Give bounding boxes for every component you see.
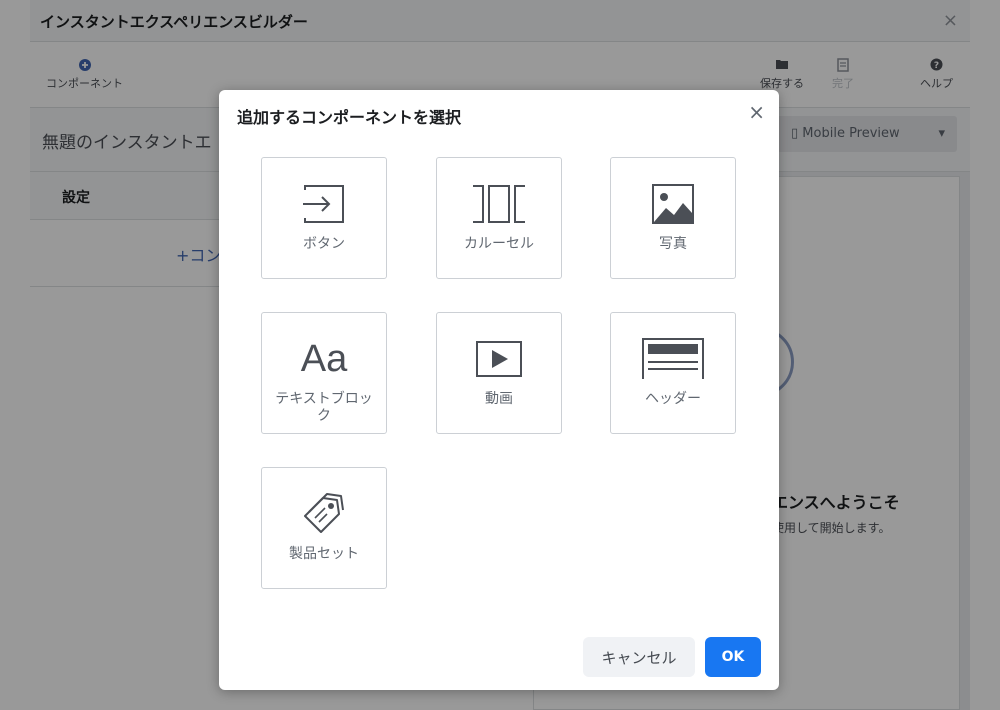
header-icon xyxy=(611,337,735,381)
component-label: ヘッダー xyxy=(645,391,701,407)
component-tile-button[interactable]: ボタン xyxy=(261,157,387,279)
photo-icon xyxy=(611,182,735,226)
component-label: カルーセル xyxy=(464,236,534,252)
dialog-close-icon[interactable]: × xyxy=(748,100,765,124)
component-tile-text-block[interactable]: Aa テキストブロック xyxy=(261,312,387,434)
component-label: テキストブロック xyxy=(275,391,373,424)
product-set-icon xyxy=(262,492,386,536)
button-icon xyxy=(262,182,386,226)
cancel-button[interactable]: キャンセル xyxy=(583,637,695,677)
component-tile-carousel[interactable]: カルーセル xyxy=(436,157,562,279)
component-tile-header[interactable]: ヘッダー xyxy=(610,312,736,434)
carousel-icon xyxy=(437,182,561,226)
dialog-title: 追加するコンポーネントを選択 xyxy=(237,108,462,127)
component-tile-photo[interactable]: 写真 xyxy=(610,157,736,279)
component-label: 写真 xyxy=(659,236,687,252)
text-block-glyph: Aa xyxy=(300,337,348,380)
component-tile-video[interactable]: 動画 xyxy=(436,312,562,434)
ok-button[interactable]: OK xyxy=(705,637,761,677)
text-block-icon: Aa xyxy=(262,337,386,381)
component-label: 動画 xyxy=(485,391,513,407)
component-label: ボタン xyxy=(303,236,345,252)
component-tile-product-set[interactable]: 製品セット xyxy=(261,467,387,589)
component-label: 製品セット xyxy=(289,546,359,562)
video-icon xyxy=(437,337,561,381)
component-picker-dialog: 追加するコンポーネントを選択 × ボタン カルーセル 写真 Aa テキストブロッ… xyxy=(219,90,779,690)
